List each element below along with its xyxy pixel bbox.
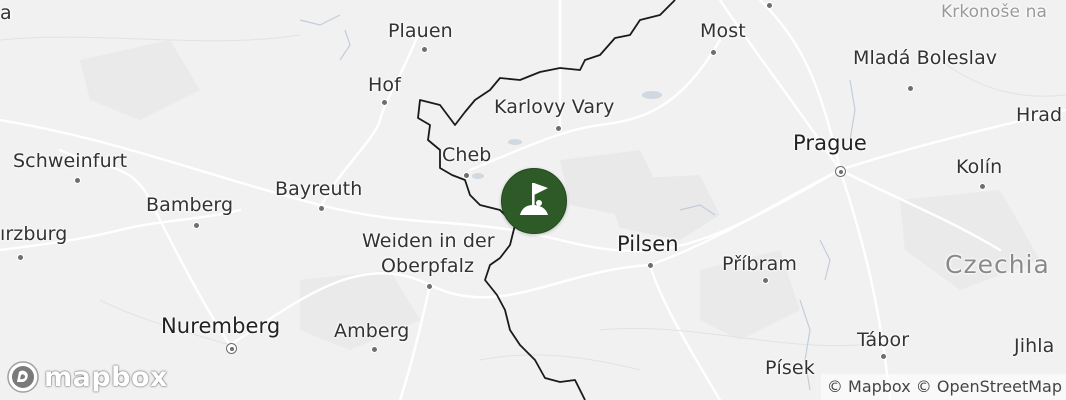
label-most: Most — [700, 20, 746, 42]
bayreuth-dot — [318, 205, 325, 212]
label-tabor: Tábor — [857, 329, 910, 351]
label-pribram: Příbram — [722, 253, 797, 275]
bamberg-dot — [193, 222, 200, 229]
cheb-dot — [463, 172, 470, 179]
label-hof: Hof — [368, 74, 401, 96]
plauen-dot — [421, 46, 428, 53]
label-a-partial: a — [0, 2, 12, 24]
label-jihla: Jihla — [1014, 335, 1055, 357]
golf-course-marker[interactable] — [501, 168, 567, 234]
label-karlovy-vary: Karlovy Vary — [494, 96, 615, 118]
label-czechia: Czechia — [945, 250, 1050, 279]
wurzburg-dot — [17, 254, 24, 261]
label-cheb: Cheb — [442, 144, 492, 166]
label-bayreuth: Bayreuth — [275, 178, 363, 200]
tabor-dot — [880, 353, 887, 360]
label-prague: Prague — [793, 131, 867, 155]
hof-dot — [381, 99, 388, 106]
pilsen-dot — [647, 262, 654, 269]
label-nuremberg: Nuremberg — [161, 314, 281, 338]
label-pilsen: Pilsen — [617, 232, 679, 256]
nuremberg-city-marker — [226, 343, 237, 354]
label-kolin: Kolín — [956, 156, 1003, 178]
label-hrad: Hrad — [1016, 104, 1063, 126]
label-mlada-boleslav: Mladá Boleslav — [853, 47, 998, 69]
label-pisek: Písek — [765, 357, 815, 379]
mapbox-logo-text: mapbox — [44, 361, 168, 393]
label-amberg: Amberg — [334, 320, 410, 342]
label-krkonose: Krkonoše na — [941, 2, 1047, 22]
pribram-dot — [762, 277, 769, 284]
mapbox-logo[interactable]: mapbox — [6, 360, 168, 394]
map-canvas[interactable]: Plauen Most Krkonoše na Mladá Boleslav H… — [0, 0, 1066, 400]
prague-capital-marker — [835, 166, 846, 177]
kolin-dot — [979, 183, 986, 190]
schweinfurt-dot — [74, 177, 81, 184]
label-wurzburg: ırzburg — [0, 223, 68, 245]
label-plauen: Plauen — [388, 20, 453, 42]
map-attribution: © Mapbox © OpenStreetMap — [820, 374, 1066, 400]
weiden-dot — [426, 283, 433, 290]
label-weiden-line2: Oberpfalz — [381, 255, 475, 277]
karlovy-vary-dot — [555, 125, 562, 132]
label-weiden-line1: Weiden in der — [362, 230, 495, 252]
attribution-osm-link[interactable]: © OpenStreetMap — [916, 377, 1062, 396]
label-bamberg: Bamberg — [146, 194, 234, 216]
most-dot — [710, 49, 717, 56]
krkonose-dot — [766, 2, 773, 9]
mlada-boleslav-dot — [907, 85, 914, 92]
mapbox-logo-icon — [7, 361, 39, 393]
amberg-dot — [371, 346, 378, 353]
golf-flag-icon — [520, 183, 548, 215]
attribution-mapbox-link[interactable]: © Mapbox — [827, 377, 911, 396]
label-schweinfurt: Schweinfurt — [13, 150, 128, 172]
